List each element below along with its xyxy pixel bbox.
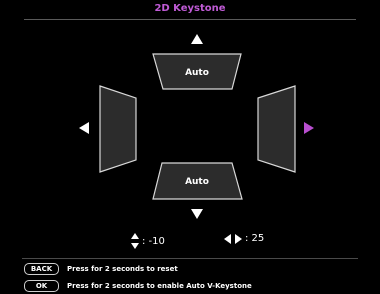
- back-key[interactable]: BACK: [24, 263, 59, 275]
- down-arrow-icon[interactable]: [191, 209, 203, 219]
- top-keystone-shape[interactable]: Auto: [152, 53, 242, 90]
- left-right-arrows-icon: [224, 233, 242, 244]
- bottom-shape-label: Auto: [185, 177, 209, 187]
- auto-keystone-hint-text: Press for 2 seconds to enable Auto V-Key…: [67, 282, 252, 290]
- reset-hint-text: Press for 2 seconds to reset: [67, 265, 178, 273]
- hint-divider: [22, 258, 358, 259]
- horizontal-readout: : 25: [224, 233, 264, 244]
- right-arrow-icon[interactable]: [304, 122, 314, 134]
- auto-keystone-hint: OK Press for 2 seconds to enable Auto V-…: [24, 280, 252, 292]
- bottom-keystone-shape[interactable]: Auto: [152, 162, 243, 200]
- up-down-arrows-icon: [131, 233, 139, 249]
- ok-key[interactable]: OK: [24, 280, 59, 292]
- left-keystone-shape[interactable]: [99, 85, 137, 173]
- right-keystone-shape[interactable]: [257, 85, 296, 173]
- horizontal-value: : 25: [245, 233, 265, 244]
- keystone-diagram: Auto Auto: [79, 34, 314, 219]
- left-arrow-icon[interactable]: [79, 122, 89, 134]
- reset-hint: BACK Press for 2 seconds to reset: [24, 263, 178, 275]
- up-arrow-icon[interactable]: [191, 34, 203, 44]
- top-shape-label: Auto: [185, 68, 209, 78]
- vertical-value: : -10: [142, 235, 165, 247]
- vertical-readout: : -10: [131, 233, 165, 249]
